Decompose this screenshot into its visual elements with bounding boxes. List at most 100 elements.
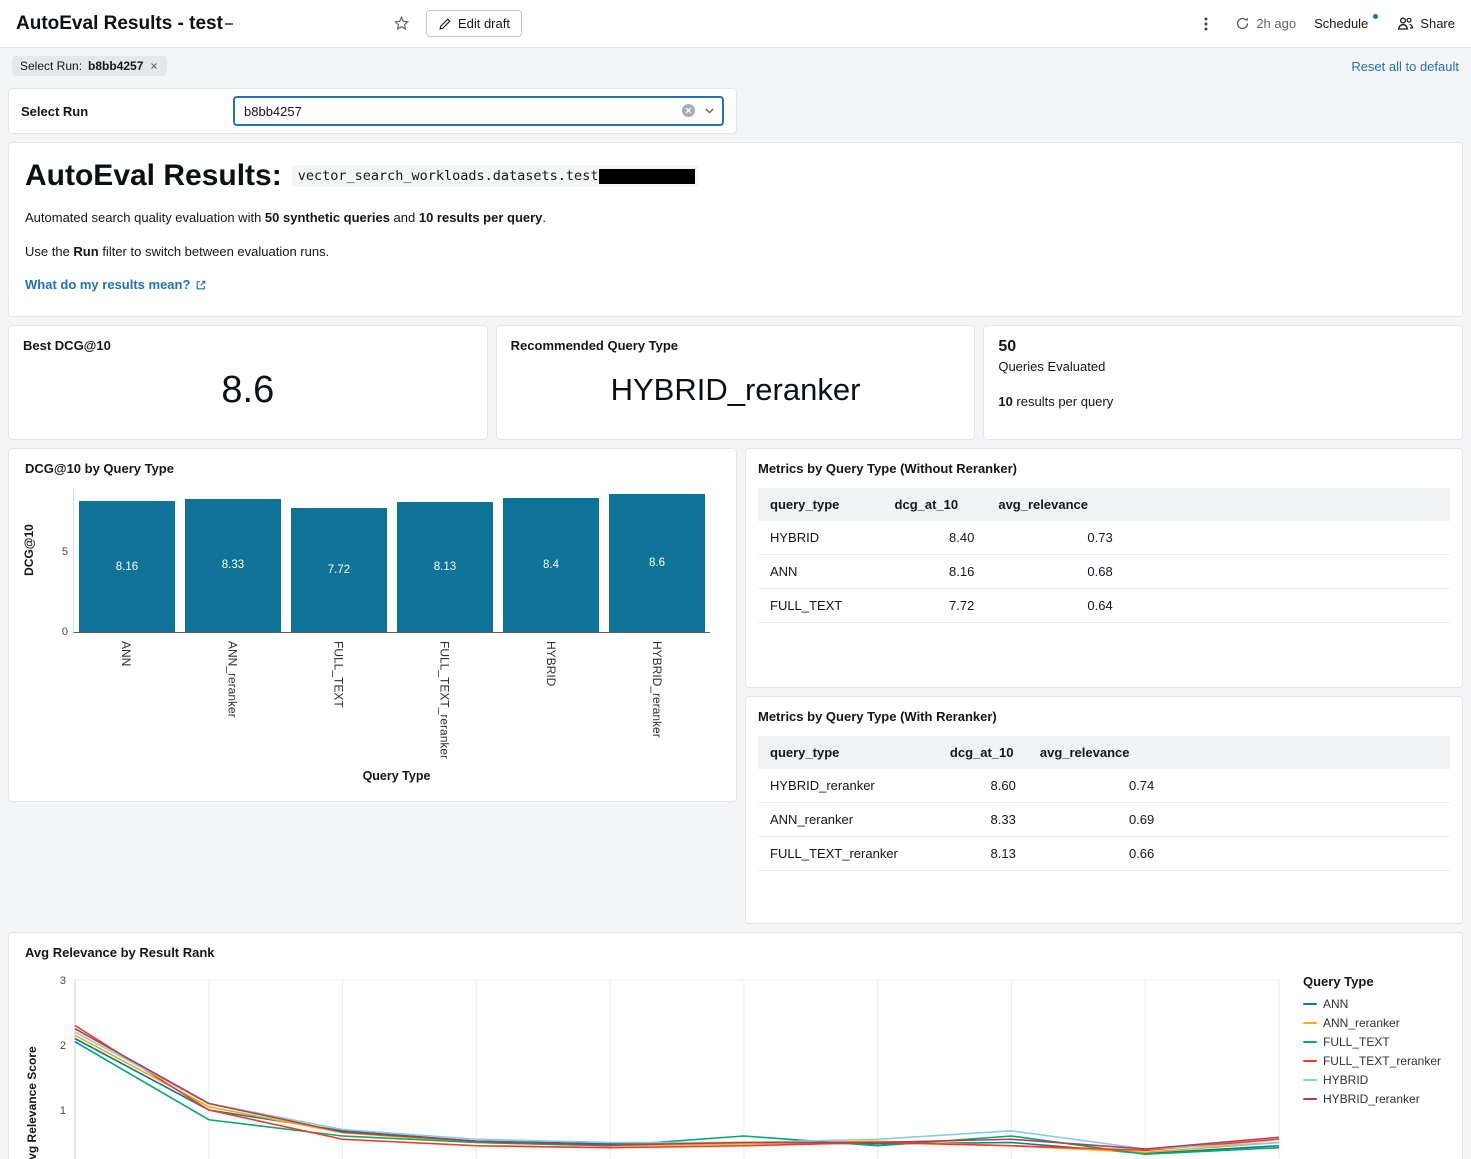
share-button[interactable]: Share [1397,16,1455,31]
bar-y-tick: 5 [48,546,68,558]
reset-all-link[interactable]: Reset all to default [1351,59,1459,74]
bar-x-tick-label: FULL_TEXT_reranker [438,641,452,759]
chip-close-icon[interactable] [149,61,159,71]
table-cell: 8.40 [883,521,987,555]
legend-label: ANN_reranker [1323,1016,1400,1030]
legend-title: Query Type [1303,974,1441,989]
select-run-input[interactable] [233,96,724,126]
table-cell: FULL_TEXT [758,589,883,623]
bar-y-tick: 0 [48,626,68,638]
best-dcg-label: Best DCG@10 [23,338,473,353]
table-cell: 0.68 [986,555,1124,589]
metrics-without-reranker-table: query_typedcg_at_10avg_relevanceHYBRID8.… [758,488,1450,623]
bar-x-tick-label: HYBRID_reranker [650,641,664,759]
table-cell: 0.69 [1028,803,1166,837]
legend-label: FULL_TEXT_reranker [1323,1054,1441,1068]
intro-title: AutoEval Results: [25,159,282,193]
legend-item-ANN[interactable]: ANN [1303,997,1441,1011]
legend-item-FULL_TEXT[interactable]: FULL_TEXT [1303,1035,1441,1049]
column-header: query_type [758,736,938,769]
edit-draft-button[interactable]: Edit draft [426,10,522,37]
bar-x-tick-label: HYBRID [544,641,558,759]
bar-x-axis-label: Query Type [73,769,720,783]
clear-selection-icon[interactable] [681,103,696,123]
legend-item-HYBRID_reranker[interactable]: HYBRID_reranker [1303,1092,1441,1106]
bar-x-tick-label: ANN_reranker [225,641,239,759]
results-help-link[interactable]: What do my results mean? [25,277,207,292]
metrics-with-reranker-card: Metrics by Query Type (With Reranker) qu… [745,696,1463,924]
redaction-box [599,169,695,184]
bar-plot: 8.168.337.728.138.48.605 [73,488,710,633]
table-cell: 8.33 [938,803,1028,837]
bar-value-label: 8.16 [116,561,138,573]
legend-item-ANN_reranker[interactable]: ANN_reranker [1303,1016,1441,1030]
dcg-bar-chart-card: DCG@10 by Query Type DCG@10 8.16 8.337.72… [8,448,737,802]
filter-bar: Select Run: b8bb4257 Reset all to defaul… [0,48,1471,84]
bar-ANN_reranker[interactable]: 8.33 [185,499,281,632]
last-refreshed-label: 2h ago [1256,16,1296,31]
bar-chart-title: DCG@10 by Query Type [25,461,720,476]
line-chart-title: Avg Relevance by Result Rank [25,945,1446,960]
recommended-value: HYBRID_reranker [611,372,861,408]
share-people-icon [1397,16,1414,31]
external-link-icon [195,279,207,291]
queries-count: 50 [998,338,1448,356]
bar-value-label: 8.4 [543,559,559,571]
dataset-code: vector_search_workloads.datasets.test [292,165,700,187]
legend-swatch [1303,1060,1317,1062]
table-row: FULL_TEXT7.720.64 [758,589,1450,623]
svg-text:1: 1 [60,1105,66,1117]
table-row: ANN_reranker8.330.69 [758,803,1450,837]
schedule-button[interactable]: Schedule [1314,16,1379,31]
charts-row: DCG@10 by Query Type DCG@10 8.168.337.72… [8,448,1463,924]
best-dcg-card: Best DCG@10 8.6 [8,325,488,440]
bar-x-tick-label: ANN [119,641,133,759]
kebab-menu-icon [1199,16,1213,32]
bar-ANN[interactable]: 8.16 [79,501,175,632]
table-cell: 0.73 [986,521,1124,555]
best-dcg-value: 8.6 [221,369,274,412]
table-cell: 8.60 [938,769,1028,803]
column-header: avg_relevance [986,488,1124,521]
table-cell: ANN [758,555,883,589]
table-row: HYBRID8.400.73 [758,521,1450,555]
select-run-filter-chip[interactable]: Select Run: b8bb4257 [12,56,167,76]
legend-label: FULL_TEXT [1323,1035,1390,1049]
refresh-icon [1235,16,1250,31]
bar-value-label: 8.13 [434,561,456,573]
legend-swatch [1303,1098,1317,1100]
chevron-down-icon[interactable] [703,104,716,122]
legend-swatch [1303,1022,1317,1024]
refresh-button[interactable]: 2h ago [1235,16,1296,31]
share-label: Share [1420,16,1455,31]
legend-swatch [1303,1079,1317,1081]
table-cell: 0.74 [1028,769,1166,803]
table-cell: ANN_reranker [758,803,938,837]
bar-FULL_TEXT[interactable]: 7.72 [291,508,387,632]
select-run-label: Select Run [21,104,233,119]
legend-item-HYBRID[interactable]: HYBRID [1303,1073,1441,1087]
line-chart-svg[interactable]: 123 [39,972,1289,1159]
table-cell: HYBRID_reranker [758,769,938,803]
table-row: ANN8.160.68 [758,555,1450,589]
metrics-without-reranker-card: Metrics by Query Type (Without Reranker)… [745,448,1463,688]
bar-FULL_TEXT_reranker[interactable]: 8.13 [397,502,493,632]
table-cell: FULL_TEXT_reranker [758,837,938,871]
table-cell: 8.13 [938,837,1028,871]
legend-item-FULL_TEXT_reranker[interactable]: FULL_TEXT_reranker [1303,1054,1441,1068]
top-bar: AutoEval Results - test Edit draft 2h ag… [0,0,1471,48]
bar-HYBRID[interactable]: 8.4 [503,498,599,632]
schedule-notification-dot [1373,14,1378,19]
favorite-star-button[interactable] [389,11,414,36]
table-cell: HYBRID [758,521,883,555]
widgets-area: Select Run AutoEval Results: vector_sear… [0,84,1471,1159]
queries-evaluated-card: 50 Queries Evaluated 10 results per quer… [983,325,1463,440]
overflow-menu-button[interactable] [1195,12,1217,36]
column-header: query_type [758,488,883,521]
intro-text-widget: AutoEval Results: vector_search_workload… [8,142,1463,317]
metrics-with-reranker-table: query_typedcg_at_10avg_relevanceHYBRID_r… [758,736,1450,871]
results-per-query: 10 results per query [998,394,1448,409]
avg-relevance-line-chart-card: Avg Relevance by Result Rank Avg Relevan… [8,932,1463,1159]
bar-y-axis-label: DCG@10 [22,524,36,576]
bar-HYBRID_reranker[interactable]: 8.6 [609,494,705,632]
